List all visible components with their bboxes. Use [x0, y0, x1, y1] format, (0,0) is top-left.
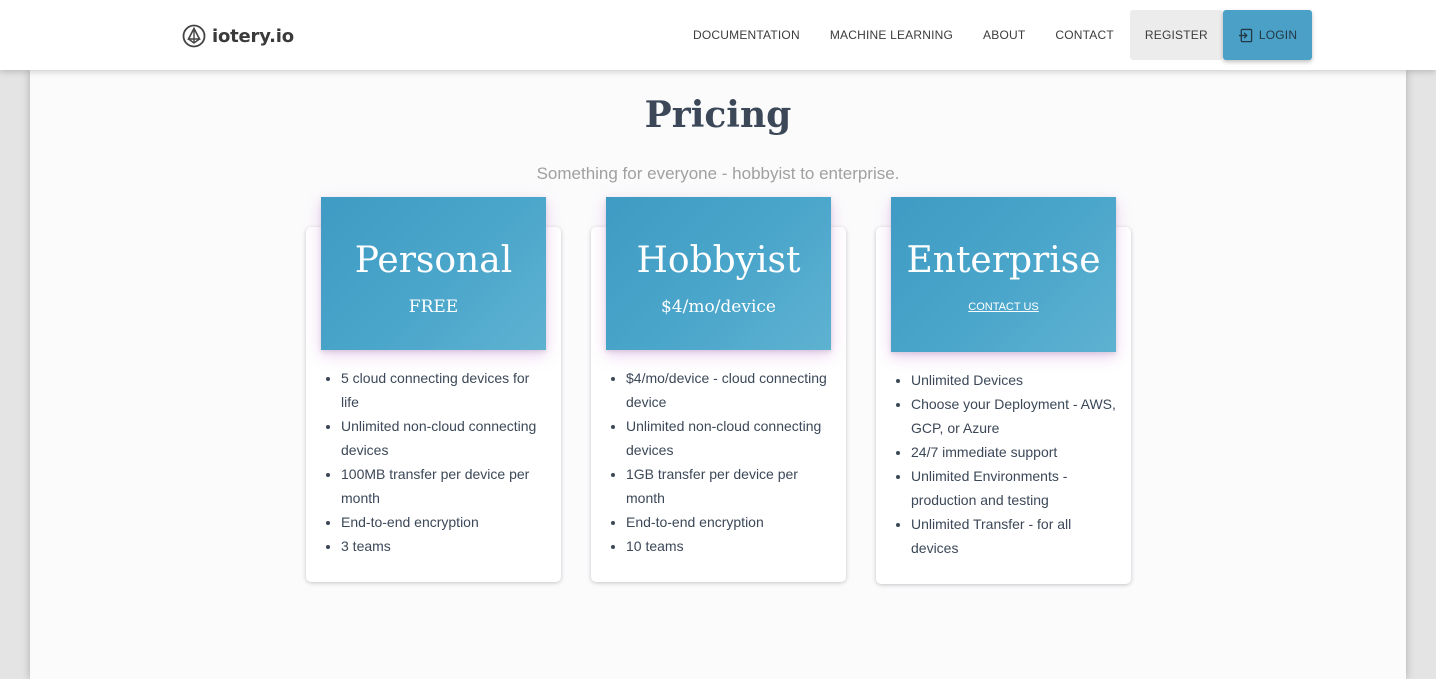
- plan-price: FREE: [408, 297, 459, 317]
- nav-contact[interactable]: CONTACT: [1040, 10, 1129, 60]
- feature-item: 10 teams: [626, 534, 846, 558]
- feature-item: Unlimited Devices: [911, 368, 1131, 392]
- feature-item: $4/mo/device - cloud connecting device: [626, 366, 846, 414]
- brand-logo-link[interactable]: iotery.io: [182, 23, 294, 49]
- register-button[interactable]: REGISTER: [1129, 10, 1223, 60]
- feature-item: 3 teams: [341, 534, 561, 558]
- plan-card-hobbyist: Hobbyist $4/mo/device $4/mo/device - clo…: [591, 197, 846, 582]
- plan-features-hobbyist: $4/mo/device - cloud connecting device U…: [591, 366, 846, 558]
- feature-item: Unlimited non-cloud connecting devices: [341, 414, 561, 462]
- plan-header-personal: Personal FREE: [321, 197, 546, 350]
- login-icon: [1238, 28, 1253, 42]
- iotery-logo-icon: [182, 24, 206, 48]
- feature-item: 5 cloud connecting devices for life: [341, 366, 561, 414]
- feature-item: End-to-end encryption: [341, 510, 561, 534]
- main-nav: DOCUMENTATION MACHINE LEARNING ABOUT CON…: [678, 10, 1313, 60]
- feature-item: Unlimited Transfer - for all devices: [911, 512, 1131, 560]
- plan-features-enterprise: Unlimited Devices Choose your Deployment…: [876, 368, 1131, 560]
- nav-about[interactable]: ABOUT: [968, 10, 1040, 60]
- page-title: Pricing: [644, 94, 792, 136]
- top-navbar: iotery.io DOCUMENTATION MACHINE LEARNING…: [0, 0, 1436, 70]
- feature-item: Unlimited non-cloud connecting devices: [626, 414, 846, 462]
- login-button[interactable]: LOGIN: [1222, 10, 1313, 60]
- login-label: LOGIN: [1258, 28, 1298, 42]
- nav-documentation[interactable]: DOCUMENTATION: [678, 10, 815, 60]
- plan-name: Hobbyist: [636, 240, 801, 281]
- plan-card-enterprise: Enterprise CONTACT US Unlimited Devices …: [876, 197, 1131, 584]
- feature-item: Choose your Deployment - AWS, GCP, or Az…: [911, 392, 1131, 440]
- plan-features-personal: 5 cloud connecting devices for life Unli…: [306, 366, 561, 558]
- feature-item: Unlimited Environments - production and …: [911, 464, 1131, 512]
- feature-item: 1GB transfer per device per month: [626, 462, 846, 510]
- nav-machine-learning[interactable]: MACHINE LEARNING: [815, 10, 968, 60]
- plan-name: Personal: [354, 240, 513, 281]
- brand-name: iotery.io: [212, 25, 294, 47]
- feature-item: 24/7 immediate support: [911, 440, 1131, 464]
- contact-us-link[interactable]: CONTACT US: [968, 301, 1039, 313]
- plan-price: $4/mo/device: [660, 297, 776, 317]
- plan-header-enterprise: Enterprise CONTACT US: [891, 197, 1116, 352]
- plan-name: Enterprise: [906, 240, 1101, 281]
- pricing-page: Pricing Something for everyone - hobbyis…: [30, 70, 1406, 679]
- page-subtitle: Something for everyone - hobbyist to ent…: [536, 164, 900, 183]
- feature-item: 100MB transfer per device per month: [341, 462, 561, 510]
- plan-card-personal: Personal FREE 5 cloud connecting devices…: [306, 197, 561, 582]
- feature-item: End-to-end encryption: [626, 510, 846, 534]
- plan-header-hobbyist: Hobbyist $4/mo/device: [606, 197, 831, 350]
